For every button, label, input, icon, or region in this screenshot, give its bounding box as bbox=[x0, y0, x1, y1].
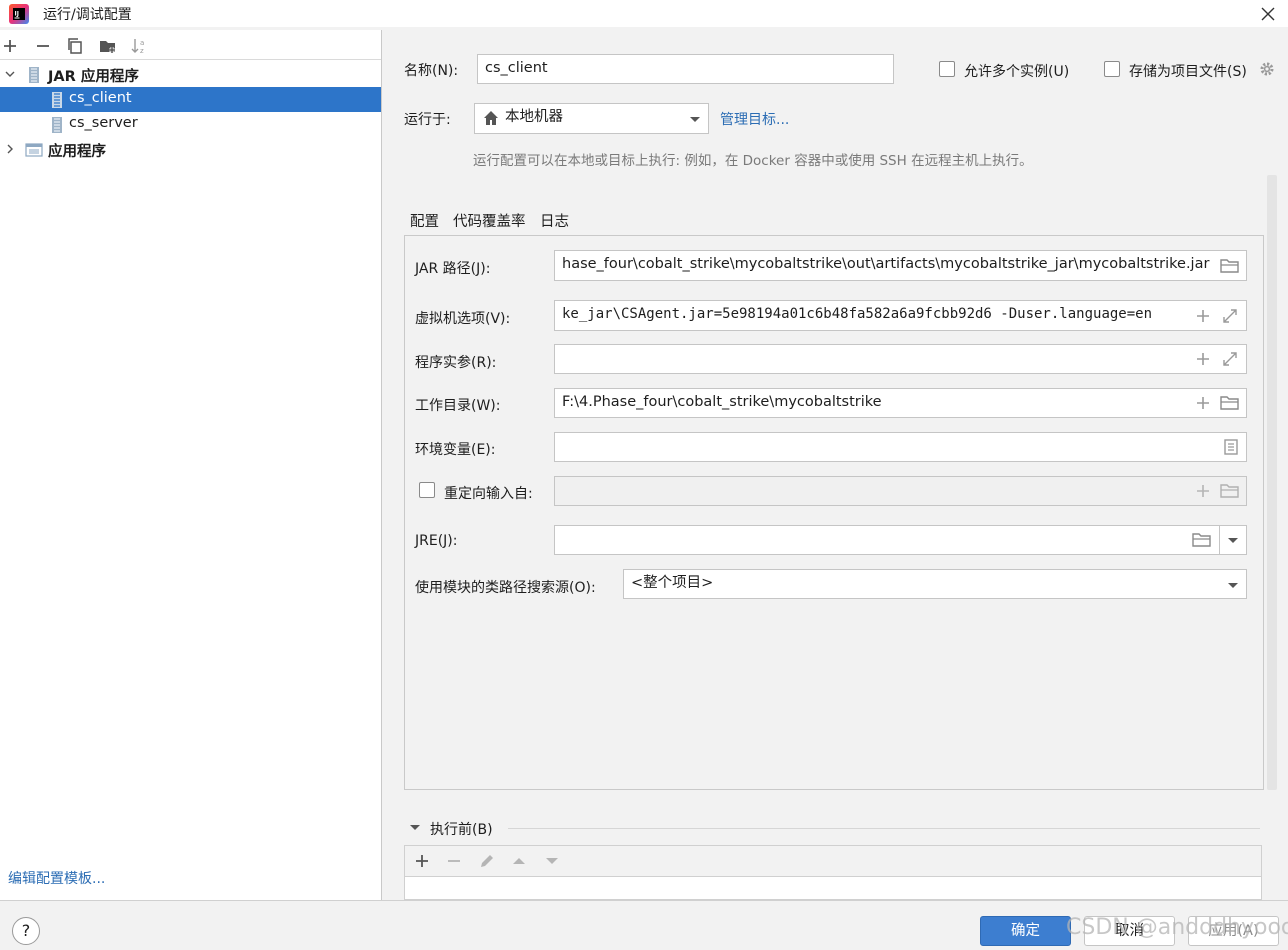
tree-item-cs-server[interactable]: cs_server bbox=[0, 112, 381, 137]
folder-icon[interactable] bbox=[1220, 257, 1239, 275]
run-on-value: 本地机器 bbox=[505, 109, 563, 125]
tree-item-label: JAR 应用程序 bbox=[48, 69, 139, 85]
configuration-tree-pane: az JAR 应用程序 cs_client cs_server 应用程序 编辑配 bbox=[0, 30, 382, 900]
folder-icon bbox=[1220, 482, 1239, 500]
chevron-right-icon[interactable] bbox=[4, 143, 16, 155]
jre-label: JRE(J): bbox=[415, 533, 458, 549]
application-icon bbox=[25, 141, 43, 159]
tree-item-jar-application[interactable]: JAR 应用程序 bbox=[0, 62, 381, 87]
run-on-label: 运行于: bbox=[404, 112, 451, 128]
jar-path-input[interactable]: hase_four\cobalt_strike\mycobaltstrike\o… bbox=[554, 250, 1247, 281]
tree-item-label: 应用程序 bbox=[48, 144, 106, 160]
divider bbox=[508, 828, 1260, 829]
tab-logs[interactable]: 日志 bbox=[540, 210, 569, 231]
module-classpath-value: <整个项目> bbox=[631, 575, 714, 591]
program-arguments-input[interactable] bbox=[554, 344, 1247, 374]
tab-configuration[interactable]: 配置 bbox=[410, 210, 439, 231]
expand-icon[interactable] bbox=[1221, 307, 1239, 325]
new-folder-icon[interactable] bbox=[98, 36, 118, 56]
redirect-input-field bbox=[554, 476, 1247, 506]
home-icon bbox=[482, 109, 500, 127]
module-classpath-select[interactable]: <整个项目> bbox=[623, 569, 1247, 599]
add-icon[interactable] bbox=[0, 36, 20, 56]
tree-item-cs-client[interactable]: cs_client bbox=[0, 87, 381, 112]
run-on-hint: 运行配置可以在本地或目标上执行: 例如，在 Docker 容器中或使用 SSH … bbox=[473, 153, 1033, 169]
collapse-arrow-icon[interactable] bbox=[406, 819, 424, 837]
folder-icon[interactable] bbox=[1192, 531, 1211, 549]
before-launch-label: 执行前(B) bbox=[430, 822, 493, 838]
store-as-project-file-label: 存储为项目文件(S) bbox=[1129, 64, 1247, 80]
move-up-icon bbox=[510, 852, 528, 870]
add-icon[interactable] bbox=[1194, 307, 1212, 325]
jre-dropdown-button[interactable] bbox=[1219, 525, 1247, 555]
add-icon[interactable] bbox=[413, 852, 431, 870]
environment-variables-input[interactable] bbox=[554, 432, 1247, 462]
jar-icon bbox=[48, 116, 66, 134]
tab-code-coverage[interactable]: 代码覆盖率 bbox=[453, 210, 526, 231]
help-button[interactable]: ? bbox=[12, 917, 40, 945]
jar-path-label: JAR 路径(J): bbox=[415, 261, 491, 277]
add-icon[interactable] bbox=[1194, 394, 1212, 412]
tree-item-label: cs_client bbox=[69, 90, 132, 106]
gear-icon[interactable] bbox=[1258, 60, 1276, 78]
copy-icon[interactable] bbox=[65, 36, 85, 56]
document-icon[interactable] bbox=[1222, 438, 1240, 456]
apply-button[interactable]: 应用(A) bbox=[1188, 916, 1279, 946]
remove-icon bbox=[445, 852, 463, 870]
remove-icon[interactable] bbox=[33, 36, 53, 56]
environment-variables-label: 环境变量(E): bbox=[415, 442, 496, 458]
intellij-app-icon: IJ bbox=[8, 3, 30, 25]
name-label: 名称(N): bbox=[404, 63, 459, 79]
svg-text:z: z bbox=[140, 47, 144, 55]
before-launch-toolbar bbox=[404, 845, 1262, 877]
edit-configuration-templates-link[interactable]: 编辑配置模板... bbox=[8, 868, 105, 888]
close-icon[interactable] bbox=[1258, 4, 1278, 24]
before-launch-task-list[interactable] bbox=[404, 877, 1262, 900]
jar-icon bbox=[25, 66, 43, 84]
vm-options-label: 虚拟机选项(V): bbox=[415, 311, 511, 327]
configuration-editor-pane: 名称(N): cs_client 允许多个实例(U) 存储为项目文件(S) 运行… bbox=[383, 30, 1288, 900]
add-icon[interactable] bbox=[1194, 350, 1212, 368]
jar-icon bbox=[48, 91, 66, 109]
dropdown-arrow-icon[interactable] bbox=[1224, 576, 1242, 594]
expand-icon[interactable] bbox=[1221, 350, 1239, 368]
ok-button[interactable]: 确定 bbox=[980, 916, 1071, 946]
vertical-scrollbar[interactable] bbox=[1267, 175, 1277, 790]
add-icon bbox=[1194, 482, 1212, 500]
tree-item-application[interactable]: 应用程序 bbox=[0, 137, 381, 162]
svg-text:a: a bbox=[140, 39, 144, 47]
dropdown-arrow-icon[interactable] bbox=[686, 110, 704, 128]
dialog-button-bar: ? 确定 取消 应用(A) CSDN @andddhyooo bbox=[0, 900, 1288, 950]
edit-pencil-icon bbox=[478, 852, 496, 870]
window-title: 运行/调试配置 bbox=[43, 7, 132, 23]
program-arguments-label: 程序实参(R): bbox=[415, 355, 497, 371]
chevron-down-icon[interactable] bbox=[4, 68, 16, 80]
store-as-project-file-checkbox[interactable] bbox=[1104, 61, 1120, 77]
tree-item-label: cs_server bbox=[69, 115, 138, 131]
sort-alphabetically-icon[interactable]: az bbox=[130, 36, 150, 56]
vm-options-input[interactable]: ke_jar\CSAgent.jar=5e98194a01c6b48fa582a… bbox=[554, 300, 1247, 331]
title-bar: IJ 运行/调试配置 bbox=[0, 0, 1288, 27]
redirect-input-checkbox[interactable] bbox=[419, 482, 435, 498]
tree-toolbar: az bbox=[0, 30, 381, 60]
manage-targets-link[interactable]: 管理目标... bbox=[720, 109, 789, 129]
module-classpath-label: 使用模块的类路径搜索源(O): bbox=[415, 580, 596, 596]
allow-multiple-instances-checkbox[interactable] bbox=[939, 61, 955, 77]
working-directory-input[interactable]: F:\4.Phase_four\cobalt_strike\mycobaltst… bbox=[554, 388, 1247, 418]
redirect-input-label: 重定向输入自: bbox=[444, 486, 533, 502]
working-directory-label: 工作目录(W): bbox=[415, 398, 501, 414]
name-input[interactable]: cs_client bbox=[477, 54, 894, 84]
folder-icon[interactable] bbox=[1220, 394, 1239, 412]
cancel-button[interactable]: 取消 bbox=[1084, 916, 1175, 946]
svg-text:IJ: IJ bbox=[15, 11, 19, 18]
move-down-icon bbox=[543, 852, 561, 870]
jre-input[interactable] bbox=[554, 525, 1220, 555]
allow-multiple-instances-label: 允许多个实例(U) bbox=[964, 64, 1070, 80]
run-on-select[interactable]: 本地机器 bbox=[474, 103, 709, 134]
